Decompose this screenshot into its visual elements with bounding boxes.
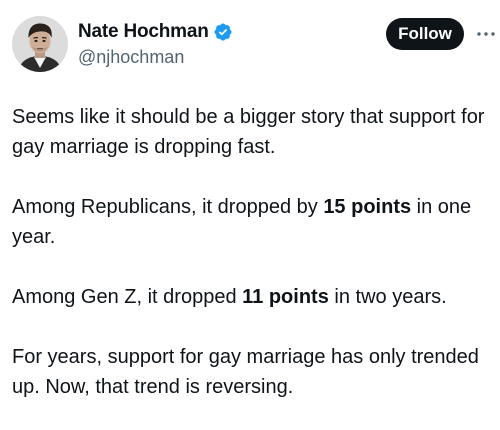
- post-paragraph: Among Republicans, it dropped by 15 poin…: [12, 192, 488, 252]
- post-text-segment: For years, support for gay marriage has …: [12, 346, 479, 398]
- verified-badge-icon: [213, 22, 233, 42]
- post-text-segment: Among Gen Z, it dropped: [12, 286, 243, 308]
- post-card: Nate Hochman @njhochman Follow Seems lik…: [0, 0, 500, 430]
- more-options-icon[interactable]: [474, 22, 498, 46]
- post-text-segment: in two years.: [328, 286, 447, 308]
- author-handle[interactable]: @njhochman: [78, 47, 233, 68]
- post-text-bold: 11 points: [242, 286, 329, 308]
- post-header: Nate Hochman @njhochman Follow: [12, 12, 495, 74]
- post-paragraph: Seems like it should be a bigger story t…: [12, 102, 488, 162]
- post-text: Seems like it should be a bigger story t…: [12, 102, 488, 402]
- post-paragraph: For years, support for gay marriage has …: [12, 342, 488, 402]
- author-display-name[interactable]: Nate Hochman: [78, 21, 209, 43]
- author-identity: Nate Hochman @njhochman: [78, 20, 233, 68]
- avatar[interactable]: [12, 16, 68, 72]
- post-text-segment: Among Republicans, it dropped by: [12, 196, 324, 218]
- post-text-segment: Seems like it should be a bigger story t…: [12, 106, 485, 158]
- avatar-image: [12, 16, 68, 72]
- author-name-row: Nate Hochman: [78, 20, 233, 44]
- follow-button[interactable]: Follow: [386, 18, 464, 50]
- post-paragraph: Among Gen Z, it dropped 11 points in two…: [12, 282, 488, 312]
- post-text-bold: 15 points: [323, 196, 412, 218]
